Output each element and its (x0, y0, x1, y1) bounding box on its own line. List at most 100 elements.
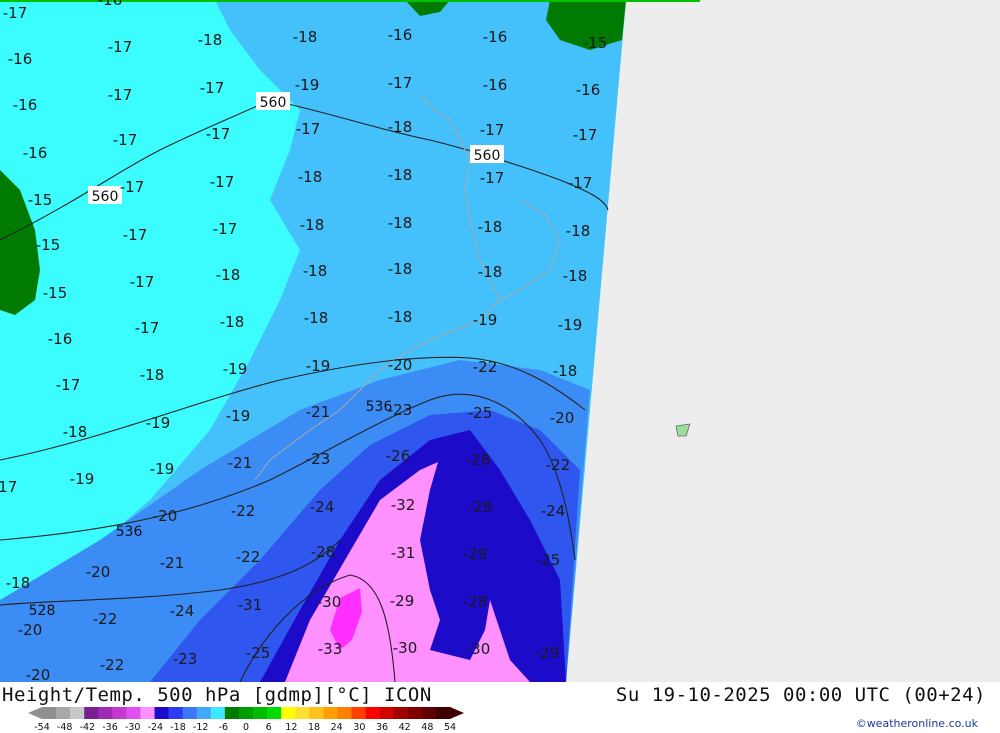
temp-label: -18 (388, 260, 413, 278)
legend-tick: -24 (148, 722, 164, 732)
height-label: 528 (29, 603, 56, 619)
temp-label: -22 (236, 548, 261, 566)
height-label: 560 (260, 95, 287, 111)
temp-label: -17 (120, 178, 145, 196)
temp-label: -18 (6, 574, 31, 592)
temp-label: -17 (388, 74, 413, 92)
temp-label: -18 (388, 308, 413, 326)
legend-swatch (154, 707, 169, 719)
temp-label: -18 (388, 214, 413, 232)
height-label: 536 (116, 524, 143, 540)
temp-label: -22 (546, 456, 571, 474)
legend-swatch (182, 707, 198, 719)
legend-swatch (435, 707, 451, 719)
temp-label: -29 (463, 545, 488, 563)
temp-label: -31 (238, 596, 263, 614)
temp-label: -29 (535, 644, 560, 662)
temp-label: -17 (480, 121, 505, 139)
color-legend: -54 -48 -42 -36 -30 -24 -18 -12 -6 0 6 12 18 24 30 36 42… (28, 707, 464, 732)
temp-label: -25 (468, 404, 493, 422)
legend-swatch (253, 707, 268, 719)
weather-map: 560 560 560 536 536 528 -17 -16 -17 -18 -18 -16 -16… (0, 0, 1000, 682)
temp-label: -16 (388, 26, 413, 44)
temp-label: -18 (300, 216, 325, 234)
temp-label: -20 (18, 621, 43, 639)
temp-label: -17 (296, 120, 321, 138)
legend-swatch (421, 707, 437, 719)
temp-label: -18 (563, 267, 588, 285)
temp-label: -30 (317, 593, 342, 611)
legend-swatch (351, 707, 366, 719)
legend-swatch (295, 707, 310, 719)
temp-label: -20 (153, 507, 178, 525)
legend-tick: 18 (308, 722, 320, 732)
temp-label: -18 (140, 366, 165, 384)
temp-label: -17 (200, 79, 225, 97)
legend-swatch (379, 707, 395, 719)
temp-label: -17 (123, 226, 148, 244)
temp-label: -17 (210, 173, 235, 191)
credit-link[interactable]: ©weatheronline.co.uk (856, 717, 978, 730)
legend-tick: 12 (285, 722, 297, 732)
temp-label: -18 (198, 31, 223, 49)
legend-tick: 30 (353, 722, 365, 732)
temp-label: -31 (391, 544, 416, 562)
temp-label: -29 (468, 498, 493, 516)
legend-swatch (70, 707, 85, 719)
temp-label: -18 (478, 263, 503, 281)
temp-label: -18 (216, 266, 241, 284)
legend-tick: 36 (376, 722, 388, 732)
legend-swatch (210, 707, 226, 719)
temp-label: -24 (170, 602, 195, 620)
temp-label: -19 (70, 470, 95, 488)
temp-label: -17 (0, 478, 17, 496)
legend-tick: -12 (193, 722, 209, 732)
temp-label: -30 (393, 639, 418, 657)
temp-label: -19 (223, 360, 248, 378)
temp-label: -32 (391, 496, 416, 514)
temp-label: -22 (100, 656, 125, 674)
legend-tick: -54 (34, 722, 50, 732)
temp-label: -17 (108, 86, 133, 104)
temp-label: -15 (43, 284, 68, 302)
legend-tick: 54 (444, 722, 456, 732)
legend-swatch (238, 707, 254, 719)
temp-label: -19 (226, 407, 251, 425)
temp-label: -19 (558, 316, 583, 334)
temp-label: -16 (13, 96, 38, 114)
legend-swatch (56, 707, 71, 719)
legend-tick: 42 (399, 722, 411, 732)
temp-label: -16 (576, 81, 601, 99)
temp-label: -16 (98, 0, 123, 9)
legend-tick: -18 (170, 722, 186, 732)
temp-label: -15 (583, 34, 608, 52)
temp-label: -20 (550, 409, 575, 427)
temp-label: -16 (483, 28, 508, 46)
temp-label: -18 (478, 218, 503, 236)
legend-swatch (224, 707, 240, 719)
temp-label: -17 (130, 273, 155, 291)
legend-swatch (140, 707, 155, 719)
map-title: Height/Temp. 500 hPa [gdmp][°C] ICON (2, 684, 432, 706)
legend-swatch (267, 707, 282, 719)
temp-label: -19 (306, 357, 331, 375)
temp-label: -19 (150, 460, 175, 478)
legend-swatch (126, 707, 141, 719)
temp-label: -28 (463, 593, 488, 611)
temp-label: -19 (473, 311, 498, 329)
temp-label: -19 (295, 76, 320, 94)
temp-label: -29 (390, 592, 415, 610)
temp-label: -20 (86, 563, 111, 581)
temp-label: -17 (56, 376, 81, 394)
temp-label: -18 (303, 262, 328, 280)
legend-swatch (323, 707, 338, 719)
legend-swatch (281, 707, 296, 719)
temp-label: -17 (3, 4, 28, 22)
footer-bar: Height/Temp. 500 hPa [gdmp][°C] ICON Su … (0, 682, 1000, 733)
temp-label: -24 (541, 502, 566, 520)
temp-label: -17 (113, 131, 138, 149)
temp-label: -26 (386, 447, 411, 465)
temp-label: -18 (293, 28, 318, 46)
legend-swatch (196, 707, 212, 719)
temp-label: -15 (36, 236, 61, 254)
